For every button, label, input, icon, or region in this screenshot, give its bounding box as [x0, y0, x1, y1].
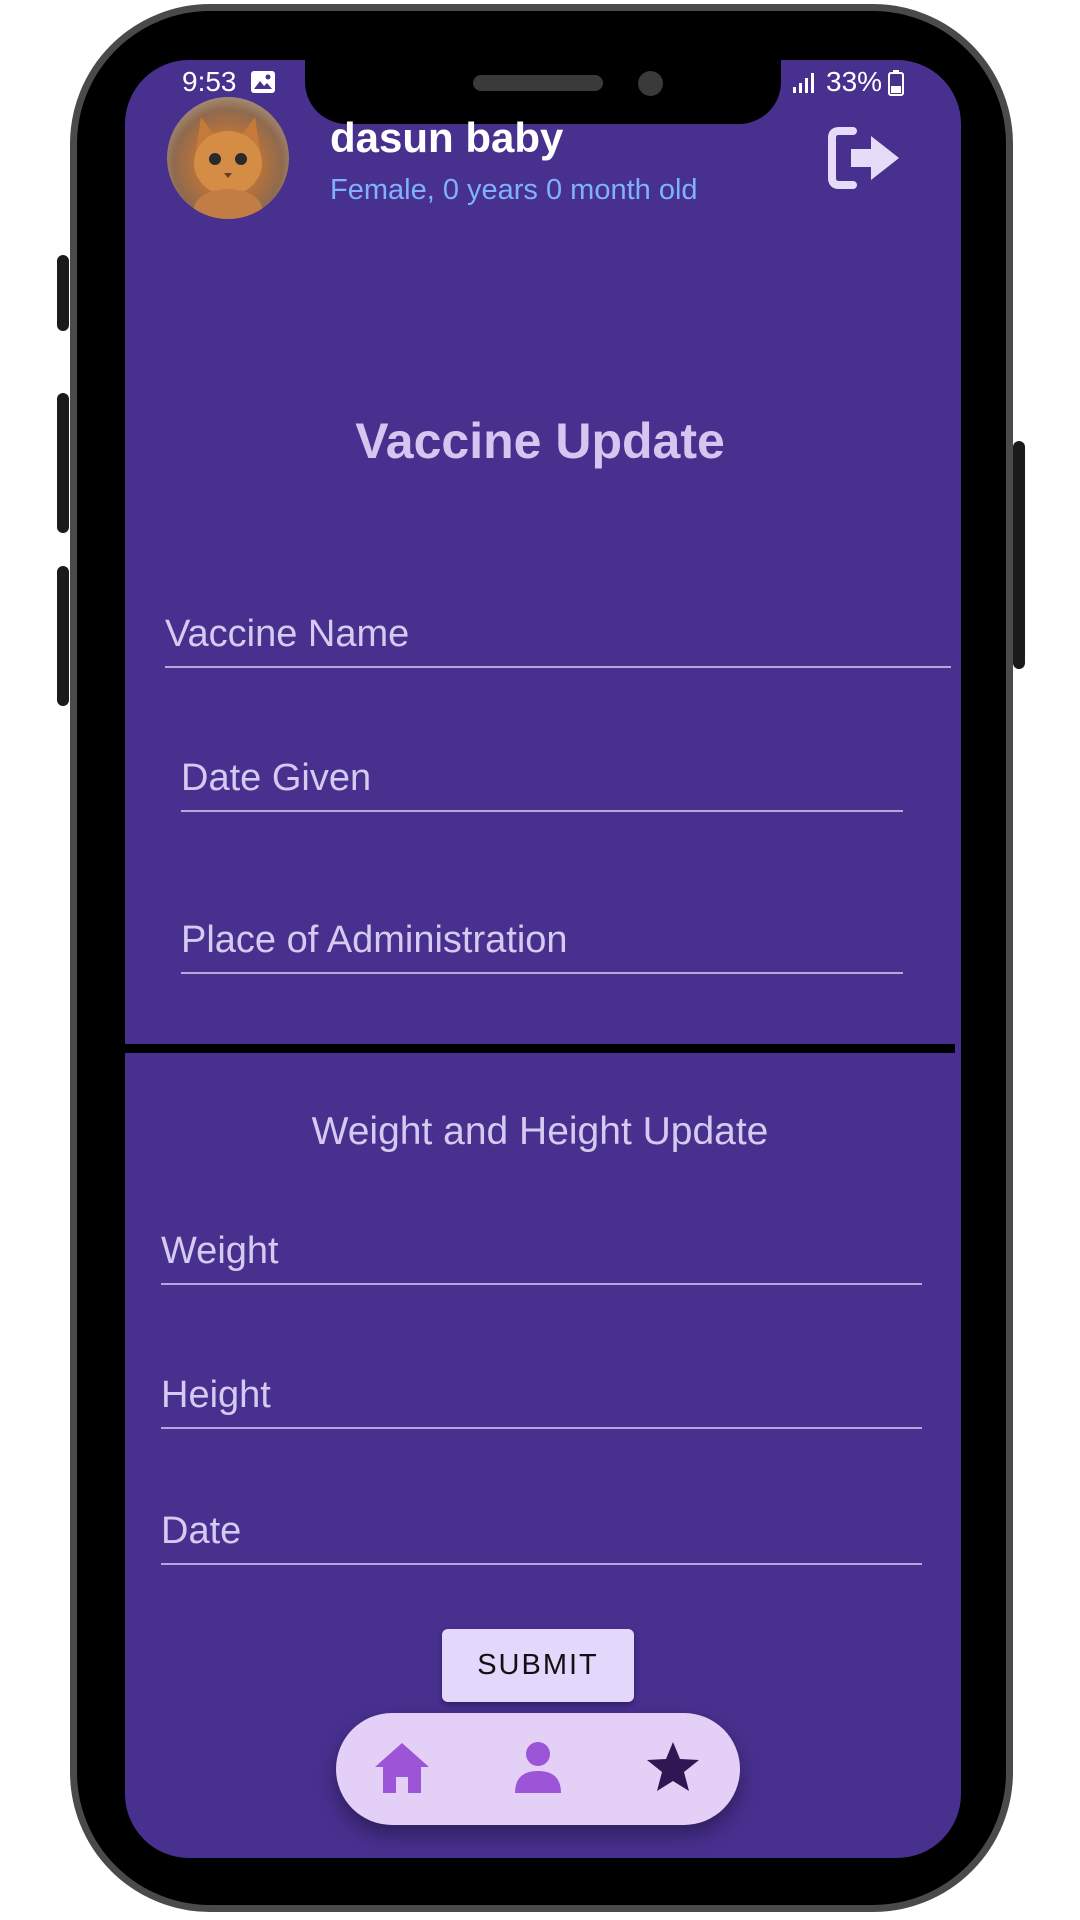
- person-icon[interactable]: [507, 1737, 569, 1799]
- battery-icon: [888, 70, 904, 96]
- height-label: Height: [161, 1374, 271, 1416]
- side-button: [57, 255, 69, 331]
- vaccine-name-field[interactable]: Vaccine Name: [165, 600, 951, 668]
- section-divider: [125, 1044, 955, 1053]
- avatar[interactable]: [167, 97, 289, 219]
- place-of-administration-label: Place of Administration: [181, 919, 568, 961]
- battery-level: 33%: [826, 66, 883, 97]
- volume-down-button: [57, 566, 69, 706]
- logout-icon[interactable]: [827, 125, 902, 191]
- signal-icon: [792, 72, 816, 94]
- weight-field[interactable]: Weight: [161, 1216, 922, 1285]
- vaccine-update-title: Vaccine Update: [355, 413, 725, 469]
- bottom-navigation: [336, 1713, 740, 1825]
- weight-label: Weight: [161, 1230, 279, 1272]
- star-icon[interactable]: [642, 1737, 704, 1799]
- profile-name: dasun baby: [330, 114, 564, 161]
- date-given-label: Date Given: [181, 757, 372, 799]
- date-label: Date: [161, 1510, 242, 1552]
- profile-details: Female, 0 years 0 month old: [330, 174, 698, 206]
- home-icon[interactable]: [371, 1737, 433, 1799]
- power-button: [1013, 441, 1025, 669]
- date-field[interactable]: Date: [161, 1495, 922, 1565]
- height-field[interactable]: Height: [161, 1359, 922, 1429]
- front-camera: [638, 71, 663, 96]
- date-given-field[interactable]: Date Given: [181, 743, 903, 812]
- submit-button[interactable]: SUBMIT: [442, 1629, 634, 1702]
- vaccine-name-label: Vaccine Name: [165, 613, 410, 655]
- image-notification-icon: [250, 70, 276, 94]
- phone-notch: [305, 50, 781, 124]
- speaker: [473, 75, 603, 91]
- place-of-administration-field[interactable]: Place of Administration: [181, 905, 903, 974]
- status-time: 9:53: [182, 66, 237, 97]
- weight-height-title: Weight and Height Update: [311, 1110, 769, 1153]
